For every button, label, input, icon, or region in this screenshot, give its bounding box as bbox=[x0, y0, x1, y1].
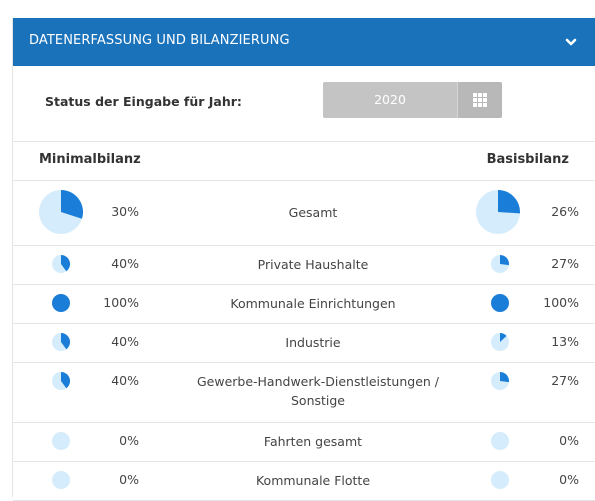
minimalbilanz-percent: 40% bbox=[111, 373, 139, 388]
table-row: 40% Private Haushalte 27% bbox=[13, 245, 595, 285]
basisbilanz-pie-icon bbox=[491, 333, 509, 351]
row-label: Industrie bbox=[285, 335, 341, 350]
row-label: Kommunale Flotte bbox=[255, 473, 371, 488]
minimalbilanz-percent: 100% bbox=[103, 295, 139, 310]
minimalbilanz-percent: 0% bbox=[119, 472, 139, 487]
basisbilanz-percent: 27% bbox=[551, 256, 579, 271]
basisbilanz-pie-icon bbox=[476, 190, 520, 234]
basisbilanz-percent: 13% bbox=[551, 334, 579, 349]
basisbilanz-percent: 0% bbox=[559, 472, 579, 487]
panel-header[interactable]: DATENERFASSUNG UND BILANZIERUNG bbox=[13, 18, 595, 66]
basisbilanz-percent: 26% bbox=[551, 204, 579, 219]
table-row: 0% Fahrten gesamt 0% bbox=[13, 422, 595, 462]
row-label: Fahrten gesamt bbox=[263, 434, 363, 449]
year-picker-button[interactable] bbox=[457, 82, 502, 118]
status-row: Status der Eingabe für Jahr: 2020 bbox=[13, 66, 595, 141]
basisbilanz-percent: 27% bbox=[551, 373, 579, 388]
data-entry-panel: DATENERFASSUNG UND BILANZIERUNG Status d… bbox=[12, 18, 595, 501]
row-label: Gewerbe-Handwerk-Dienstleistungen / Sons… bbox=[196, 374, 440, 408]
minimalbilanz-pie-icon bbox=[52, 471, 70, 489]
row-label: Kommunale Einrichtungen bbox=[230, 296, 396, 311]
basisbilanz-pie-icon bbox=[491, 294, 509, 312]
basisbilanz-pie-icon bbox=[491, 255, 509, 273]
minimalbilanz-percent: 30% bbox=[111, 204, 139, 219]
chevron-down-icon[interactable] bbox=[561, 32, 581, 52]
panel-title: DATENERFASSUNG UND BILANZIERUNG bbox=[29, 33, 290, 48]
minimalbilanz-percent: 40% bbox=[111, 334, 139, 349]
table-row: 40% Industrie 13% bbox=[13, 323, 595, 363]
row-label: Gesamt bbox=[288, 205, 338, 220]
basisbilanz-pie-icon bbox=[491, 372, 509, 390]
table-row: 40% Gewerbe-Handwerk-Dienstleistungen / S… bbox=[13, 362, 595, 423]
basisbilanz-percent: 0% bbox=[559, 433, 579, 448]
minimalbilanz-pie-icon bbox=[52, 432, 70, 450]
status-label: Status der Eingabe für Jahr: bbox=[45, 94, 242, 109]
minimalbilanz-pie-icon bbox=[52, 255, 70, 273]
minimalbilanz-pie-icon bbox=[52, 294, 70, 312]
column-header-basisbilanz: Basisbilanz bbox=[486, 152, 569, 167]
basisbilanz-percent: 100% bbox=[543, 295, 579, 310]
minimalbilanz-pie-icon bbox=[39, 190, 83, 234]
minimalbilanz-percent: 40% bbox=[111, 256, 139, 271]
year-field[interactable]: 2020 bbox=[323, 82, 457, 118]
table-row: 0% Kommunale Flotte 0% bbox=[13, 461, 595, 501]
minimalbilanz-pie-icon bbox=[52, 372, 70, 390]
table-row: 30% Gesamt 26% bbox=[13, 180, 595, 246]
minimalbilanz-percent: 0% bbox=[119, 433, 139, 448]
column-header-row: Minimalbilanz Basisbilanz bbox=[13, 141, 595, 181]
grid-icon bbox=[473, 93, 487, 107]
basisbilanz-pie-icon bbox=[491, 432, 509, 450]
basisbilanz-pie-icon bbox=[491, 471, 509, 489]
column-header-minimalbilanz: Minimalbilanz bbox=[39, 152, 141, 167]
minimalbilanz-pie-icon bbox=[52, 333, 70, 351]
row-label: Private Haushalte bbox=[257, 257, 369, 272]
table-row: 100% Kommunale Einrichtungen 100% bbox=[13, 284, 595, 324]
